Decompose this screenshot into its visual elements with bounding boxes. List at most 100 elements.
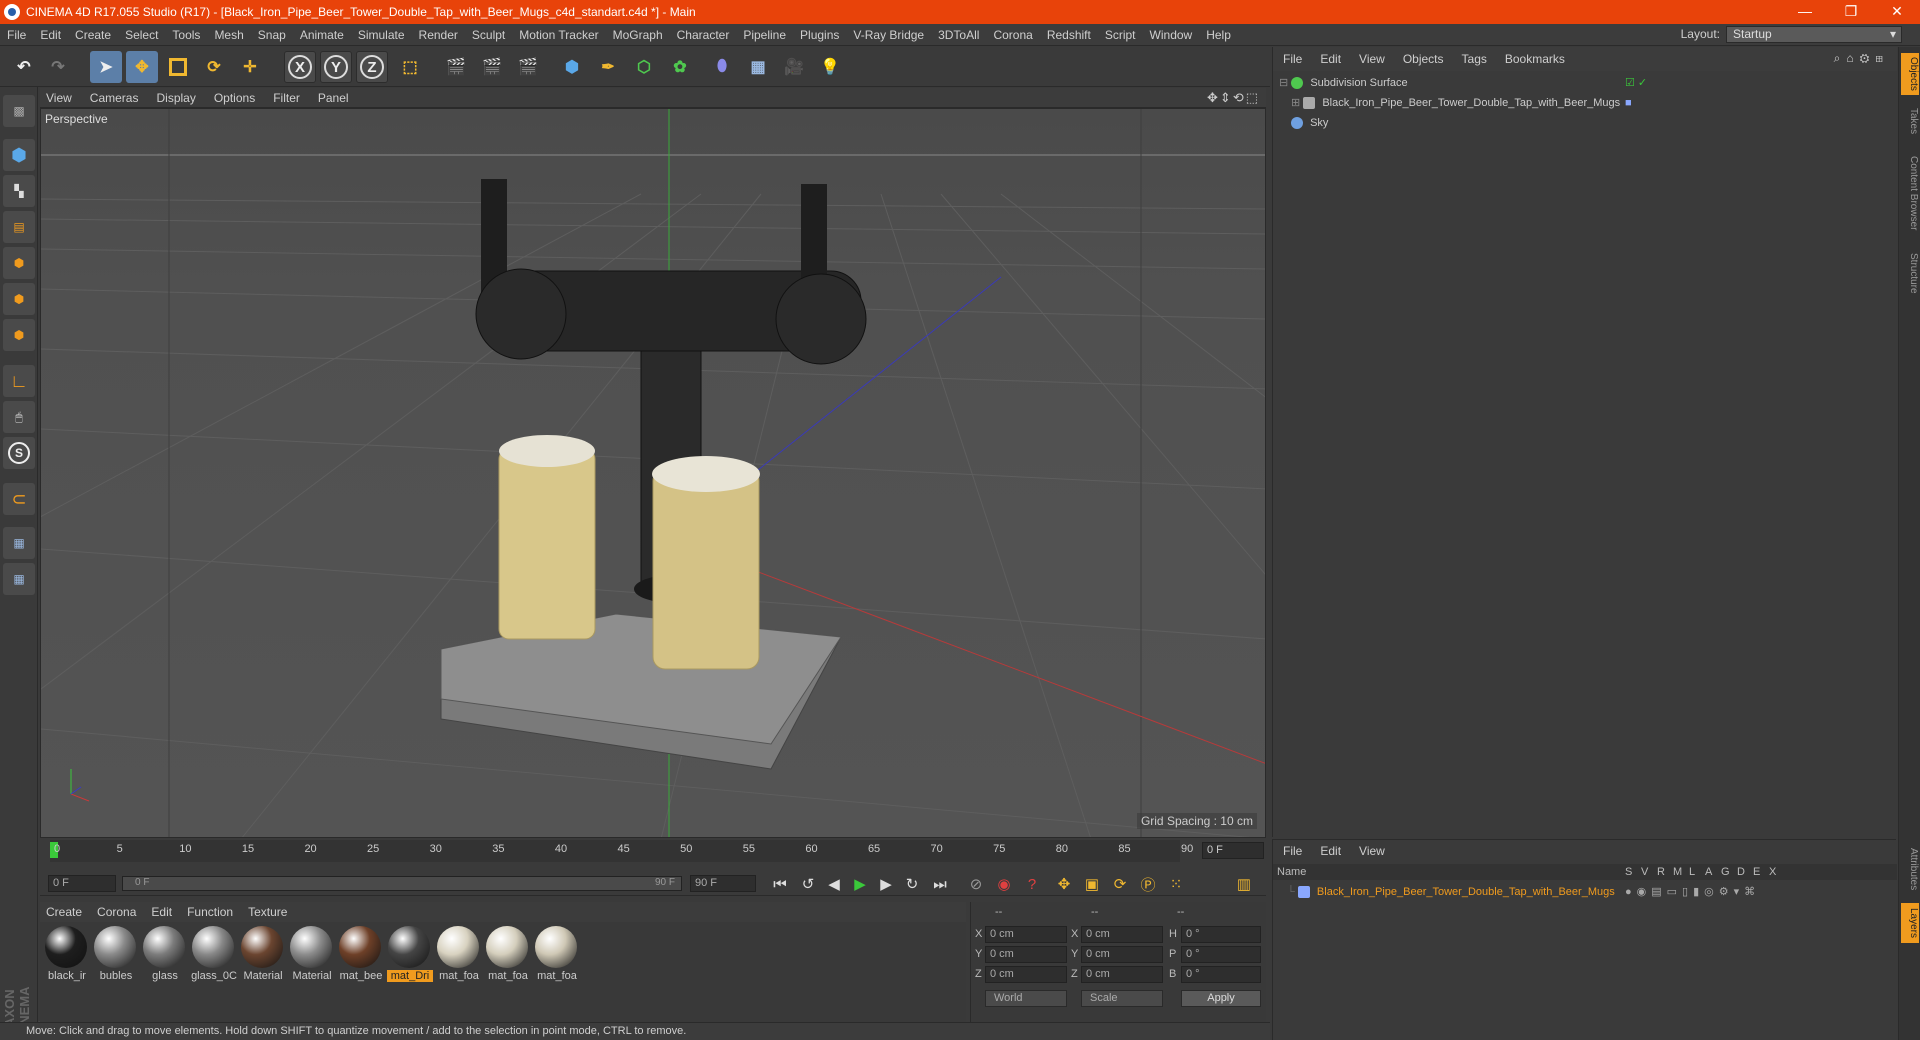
menu-edit[interactable]: Edit [33, 28, 68, 42]
material-swatch[interactable]: Material [289, 926, 333, 982]
material-swatch[interactable]: mat_foa [534, 926, 578, 982]
cube-object-button[interactable]: ⬢ [556, 51, 588, 83]
scale-tool[interactable] [162, 51, 194, 83]
layers-menu-edit[interactable]: Edit [1310, 844, 1349, 858]
enable-axis-button[interactable]: ∟ [3, 365, 35, 397]
coord-size-x-field[interactable]: 0 cm [1081, 926, 1163, 943]
layer-row[interactable]: └ Black_Iron_Pipe_Beer_Tower_Double_Tap_… [1273, 882, 1897, 902]
undo-button[interactable]: ↶ [8, 51, 40, 83]
texture-mode-button[interactable]: ▚ [3, 175, 35, 207]
model-mode-button[interactable]: ⬢ [3, 139, 35, 171]
make-editable-button[interactable]: ▩ [3, 95, 35, 127]
objects-menu-view[interactable]: View [1349, 52, 1393, 66]
tab-takes[interactable]: Takes [1901, 103, 1919, 139]
coord-size-mode-select[interactable]: Scale [1081, 990, 1163, 1007]
coord-pos-x-field[interactable]: 0 cm [985, 926, 1067, 943]
end-frame-field[interactable]: 90 F [690, 875, 756, 892]
apply-button[interactable]: Apply [1181, 990, 1261, 1007]
menu-select[interactable]: Select [118, 28, 165, 42]
deformer-button[interactable]: ⬮ [706, 51, 738, 83]
floor-object-button[interactable]: ▦ [742, 51, 774, 83]
objects-menu-file[interactable]: File [1273, 52, 1310, 66]
prev-frame-button[interactable]: ◀ [822, 874, 846, 894]
settings-icon[interactable]: ⚙ [1860, 51, 1876, 65]
cloner-button[interactable]: ✿ [664, 51, 696, 83]
planar-workplane-button[interactable]: ▦ [3, 563, 35, 595]
material-swatch[interactable]: Material [240, 926, 284, 982]
object-row-beer-tower[interactable]: ⊞ Black_Iron_Pipe_Beer_Tower_Double_Tap_… [1273, 93, 1897, 113]
coord-rot-h-field[interactable]: 0 ° [1181, 926, 1261, 943]
edges-mode-button[interactable]: ⬢ [3, 283, 35, 315]
coord-pos-z-field[interactable]: 0 cm [985, 966, 1067, 983]
expand-collapse-icon[interactable]: ⊟ [1273, 77, 1288, 89]
coord-rot-p-field[interactable]: 0 ° [1181, 946, 1261, 963]
layout-select[interactable]: Startup [1726, 26, 1902, 43]
material-swatch[interactable]: glass_0C [191, 926, 237, 982]
layers-menu-view[interactable]: View [1349, 844, 1393, 858]
tab-structure[interactable]: Structure [1901, 247, 1919, 299]
polygons-mode-button[interactable]: ⬢ [3, 319, 35, 351]
viewport-menu-view[interactable]: View [40, 91, 84, 105]
material-swatch[interactable]: mat_foa [485, 926, 529, 982]
material-menu-corona[interactable]: Corona [91, 905, 145, 919]
camera-object-button[interactable]: 🎥 [778, 51, 810, 83]
menu-mograph[interactable]: MoGraph [606, 28, 670, 42]
menu-file[interactable]: File [0, 28, 33, 42]
tab-layers[interactable]: Layers [1901, 903, 1919, 943]
x-axis-lock[interactable]: X [284, 51, 316, 83]
z-axis-lock[interactable]: Z [356, 51, 388, 83]
tab-attributes[interactable]: Attributes [1901, 843, 1919, 895]
record-active-button[interactable]: ◉ [992, 874, 1016, 894]
material-swatch[interactable]: glass [142, 926, 186, 982]
timeline-ruler[interactable]: 0 5 10 15 20 25 30 35 40 45 50 55 60 65 70 75 80 85 90 0 F [40, 840, 1266, 862]
menu-redshift[interactable]: Redshift [1040, 28, 1098, 42]
key-rotation-button[interactable]: ⟳ [1108, 874, 1132, 894]
motion-record-button[interactable]: ⊘ [964, 874, 988, 894]
layer-flag-icons[interactable]: ●◉▤▭▯▮◎⚙▾⌘ [1625, 882, 1760, 902]
menu-pipeline[interactable]: Pipeline [736, 28, 793, 42]
menu-corona[interactable]: Corona [986, 28, 1039, 42]
workplane-mode-button[interactable]: ▤ [3, 211, 35, 243]
menu-vray-bridge[interactable]: V-Ray Bridge [846, 28, 931, 42]
light-object-button[interactable]: 💡 [814, 51, 846, 83]
check-icon[interactable]: ☑ ✓ [1625, 73, 1647, 93]
material-swatch[interactable]: mat_Dri [387, 926, 433, 982]
render-picture-viewer-button[interactable]: 🎬 [476, 51, 508, 83]
render-settings-button[interactable]: 🎬 [512, 51, 544, 83]
material-swatch[interactable]: black_ir [44, 926, 88, 982]
objects-menu-edit[interactable]: Edit [1310, 52, 1349, 66]
viewport-menu-cameras[interactable]: Cameras [84, 91, 151, 105]
timeline-window-button[interactable]: ▥ [1232, 874, 1256, 894]
object-row-sky[interactable]: Sky [1273, 113, 1897, 133]
key-position-button[interactable]: ✥ [1052, 874, 1076, 894]
coordinate-system-button[interactable]: ⬚ [394, 51, 426, 83]
object-manager-tools[interactable]: ⌕⌂⚙⊞ [1834, 51, 1889, 66]
autokey-button[interactable]: ? [1020, 874, 1044, 894]
transform-tool[interactable]: ✛ [234, 51, 266, 83]
material-tag-icon[interactable]: ■ [1625, 93, 1632, 113]
key-parameter-button[interactable]: Ⓟ [1136, 874, 1160, 894]
go-to-end-button[interactable]: ⏭ [928, 874, 952, 894]
layer-color-icon[interactable] [1297, 886, 1310, 899]
expand-icon[interactable]: ⊞ [1875, 51, 1889, 65]
layers-menu-file[interactable]: File [1273, 844, 1310, 858]
key-pla-button[interactable]: ⁙ [1164, 874, 1188, 894]
menu-motion-tracker[interactable]: Motion Tracker [512, 28, 605, 42]
objects-menu-bookmarks[interactable]: Bookmarks [1495, 52, 1573, 66]
tweak-mode-button[interactable]: 🖱 [3, 401, 35, 433]
object-row-subdivision[interactable]: ⊟ Subdivision Surface ☑ ✓ [1273, 73, 1897, 93]
coord-size-y-field[interactable]: 0 cm [1081, 946, 1163, 963]
next-frame-button[interactable]: ▶ [874, 874, 898, 894]
menu-plugins[interactable]: Plugins [793, 28, 846, 42]
coord-rot-b-field[interactable]: 0 ° [1181, 966, 1261, 983]
key-scale-button[interactable]: ▣ [1080, 874, 1104, 894]
menu-render[interactable]: Render [412, 28, 465, 42]
rotate-tool[interactable]: ⟳ [198, 51, 230, 83]
menu-window[interactable]: Window [1143, 28, 1200, 42]
material-menu-edit[interactable]: Edit [145, 905, 181, 919]
points-mode-button[interactable]: ⬢ [3, 247, 35, 279]
material-menu-function[interactable]: Function [181, 905, 242, 919]
move-tool[interactable]: ✥ [126, 51, 158, 83]
menu-help[interactable]: Help [1199, 28, 1238, 42]
material-swatch[interactable]: mat_foa [436, 926, 480, 982]
